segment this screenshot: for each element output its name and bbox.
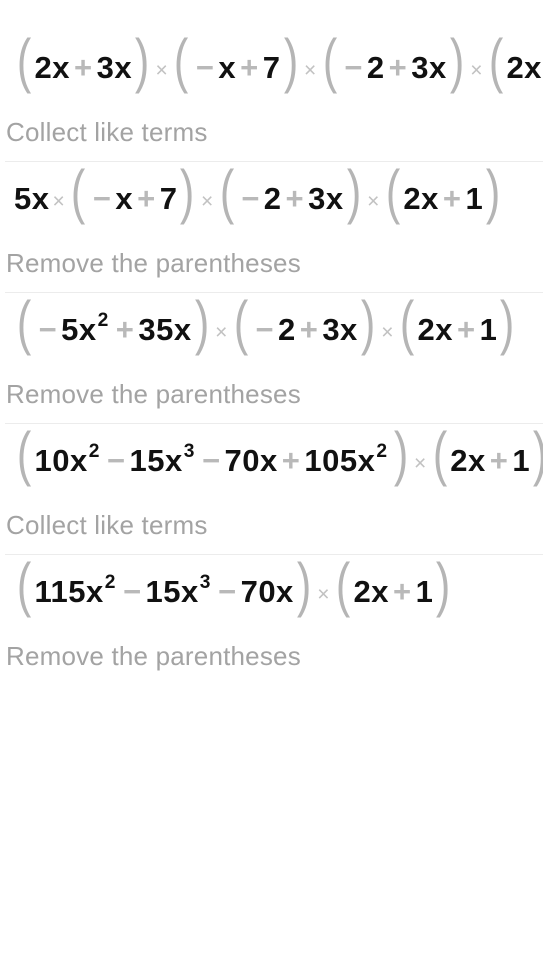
minus-operator: − <box>92 180 112 216</box>
term: 3x <box>308 180 344 216</box>
plus-operator: + <box>457 311 476 347</box>
math-expression: (−5x2 +35x) ×(−2 +3x) ×(2x +1) <box>16 293 515 356</box>
term: 7 <box>262 49 281 85</box>
step-hint-label: Collect like terms <box>6 509 208 540</box>
plus-operator: + <box>285 180 305 216</box>
term: 2x <box>506 49 542 85</box>
solution-step[interactable]: (10x2−15x3−70x+105x2)×(2x+1) Collect lik… <box>0 424 543 554</box>
hint-row: Collect like terms <box>0 496 543 554</box>
times-operator: × <box>414 451 427 475</box>
math-expression: (2x+3x)×(−x+7)×(−2+3x)×(2x+1) <box>14 31 543 90</box>
times-operator: × <box>200 189 214 213</box>
step-hint-label: Remove the parentheses <box>6 640 301 671</box>
plus-operator: + <box>388 49 408 85</box>
solution-step[interactable]: 5x ×(− x +7) ×(−2 +3x) ×(2x +1) Remove the pare… <box>0 162 543 292</box>
plus-operator: + <box>442 180 462 216</box>
expression-row: (2x+3x)×(−x+7)×(−2+3x)×(2x+1) <box>0 31 543 103</box>
minus-operator: − <box>38 311 58 347</box>
term: x <box>115 180 134 216</box>
step-hint-label: Remove the parentheses <box>6 247 301 278</box>
term: 1 <box>465 180 484 216</box>
plus-operator: + <box>393 573 412 609</box>
times-operator: × <box>52 189 66 213</box>
exponent: 2 <box>97 310 109 332</box>
term: 3x <box>411 49 447 85</box>
hint-row: Collect like terms <box>0 103 543 161</box>
term: 3x <box>96 49 133 85</box>
term: 115x <box>34 573 104 609</box>
term: 105x <box>304 442 376 478</box>
term: 2x <box>353 573 390 609</box>
term: 2 <box>263 180 282 216</box>
term: 10x <box>34 442 88 478</box>
minus-operator: − <box>122 573 142 609</box>
exponent: 3 <box>199 572 211 594</box>
term: 2x <box>34 49 70 85</box>
times-operator: × <box>215 320 228 344</box>
minus-operator: − <box>255 311 274 347</box>
hint-row: Remove the parentheses <box>0 234 543 292</box>
times-operator: × <box>317 582 331 606</box>
math-expression: (10x2−15x3−70x+105x2)×(2x+1) <box>16 424 543 487</box>
minus-operator: − <box>241 180 260 216</box>
term: 2 <box>277 311 296 347</box>
term: 1 <box>512 442 531 478</box>
times-operator: × <box>367 189 380 213</box>
minus-operator: − <box>106 442 126 478</box>
math-expression: (115x2−15x3−70x) ×(2x +1) <box>16 555 452 618</box>
solution-steps-list: (2x+3x)×(−x+7)×(−2+3x)×(2x+1) Collect li… <box>0 0 543 685</box>
step-hint-label: Collect like terms <box>6 116 208 147</box>
exponent: 2 <box>88 441 100 463</box>
term: 70x <box>240 573 294 609</box>
plus-operator: + <box>489 442 509 478</box>
plus-operator: + <box>115 311 135 347</box>
term: 7 <box>159 180 178 216</box>
expression-row: (−5x2 +35x) ×(−2 +3x) ×(2x +1) <box>0 293 543 365</box>
expression-row: (115x2−15x3−70x) ×(2x +1) <box>0 555 543 627</box>
term: 15x <box>129 442 183 478</box>
term: 2x <box>450 442 486 478</box>
exponent: 2 <box>376 441 388 463</box>
minus-operator: − <box>217 573 237 609</box>
term: 35x <box>138 311 192 347</box>
term: 15x <box>145 573 199 609</box>
expression-row: 5x ×(− x +7) ×(−2 +3x) ×(2x +1) <box>0 162 543 234</box>
term: 5x <box>61 311 97 347</box>
solution-step[interactable]: (−5x2 +35x) ×(−2 +3x) ×(2x +1) Remove the par… <box>0 293 543 423</box>
minus-operator: − <box>344 49 363 85</box>
term: 1 <box>415 573 434 609</box>
step-hint-label: Remove the parentheses <box>6 378 301 409</box>
minus-operator: − <box>201 442 221 478</box>
minus-operator: − <box>195 49 215 85</box>
term: 2x <box>403 180 439 216</box>
plus-operator: + <box>137 180 156 216</box>
plus-operator: + <box>299 311 319 347</box>
plus-operator: + <box>73 49 93 85</box>
plus-operator: + <box>281 442 301 478</box>
exponent: 3 <box>183 441 195 463</box>
exponent: 2 <box>104 572 116 594</box>
times-operator: × <box>381 320 395 344</box>
plus-operator: + <box>240 49 259 85</box>
term: 3x <box>322 311 358 347</box>
term: 5x <box>14 180 50 216</box>
times-operator: × <box>470 58 483 82</box>
math-expression: 5x ×(− x +7) ×(−2 +3x) ×(2x +1) <box>14 162 501 225</box>
expression-row: (10x2−15x3−70x+105x2)×(2x+1) <box>0 424 543 496</box>
term: x <box>218 49 237 85</box>
solution-step[interactable]: (2x+3x)×(−x+7)×(−2+3x)×(2x+1) Collect li… <box>0 31 543 161</box>
solution-step[interactable]: (115x2−15x3−70x) ×(2x +1) Remove the paren… <box>0 555 543 685</box>
term: 2 <box>366 49 385 85</box>
term: 1 <box>479 311 498 347</box>
times-operator: × <box>155 58 169 82</box>
times-operator: × <box>304 58 317 82</box>
hint-row: Remove the parentheses <box>0 365 543 423</box>
term: 70x <box>224 442 278 478</box>
hint-row: Remove the parentheses <box>0 627 543 685</box>
term: 2x <box>417 311 454 347</box>
